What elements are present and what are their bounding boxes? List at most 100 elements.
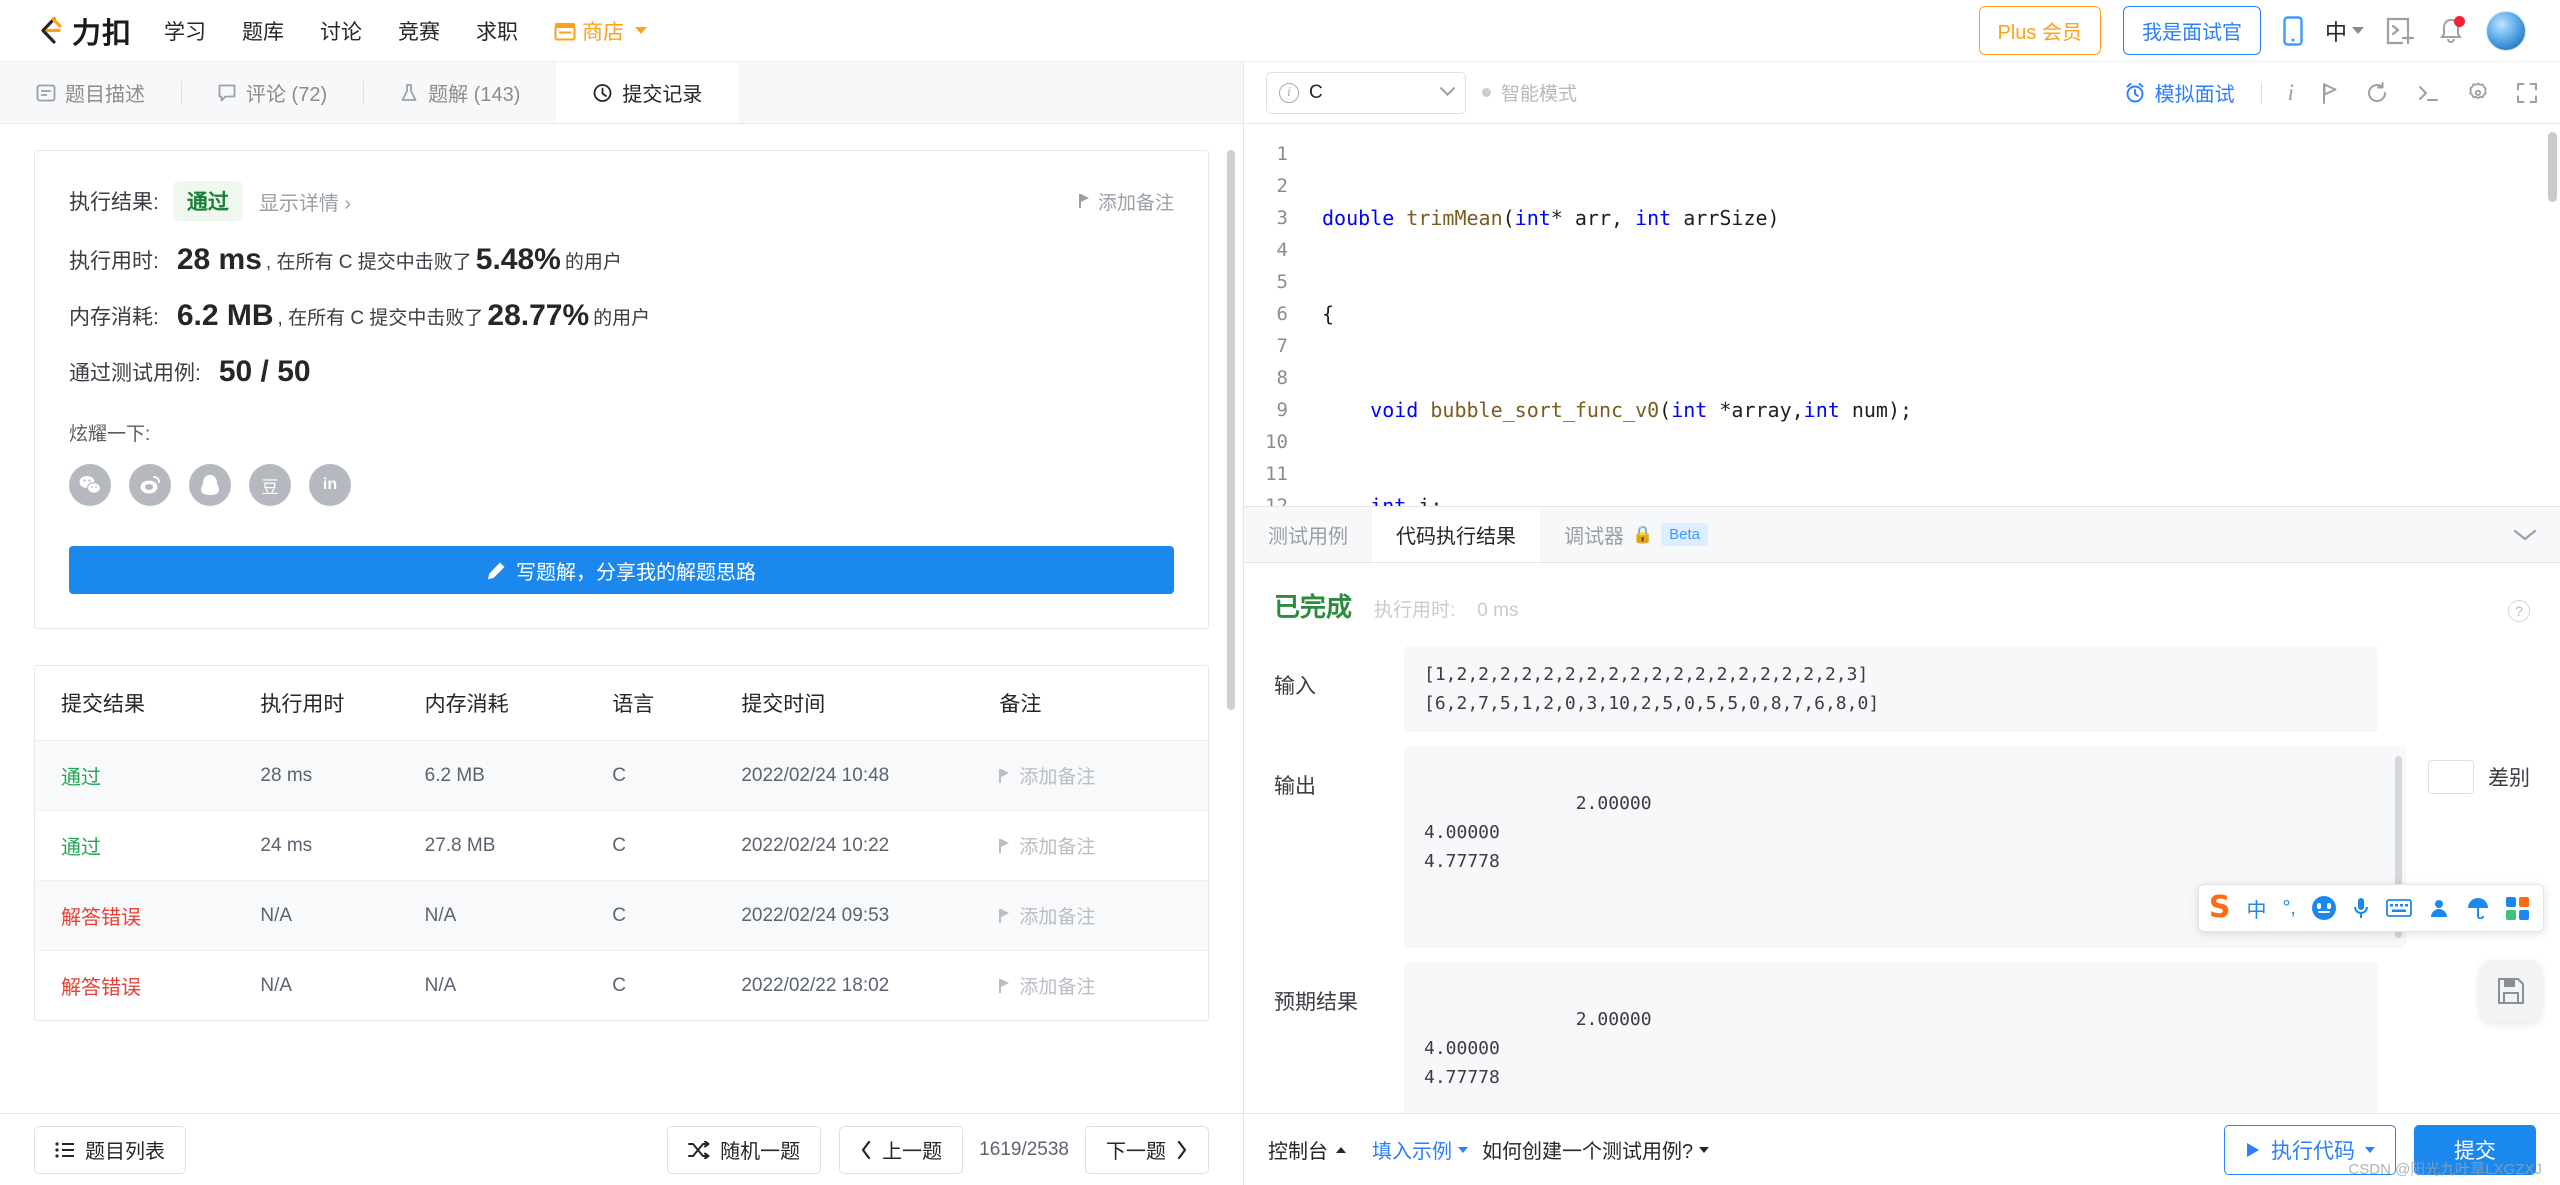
alarm-clock-icon [2126, 82, 2144, 102]
column-header-note: 备注 [973, 666, 1208, 741]
qq-icon[interactable] [189, 464, 231, 506]
smart-mode-toggle[interactable]: 智能模式 [1482, 79, 1577, 106]
console-toggle-button[interactable]: 控制台 [1268, 1135, 1346, 1164]
ime-language-toggle[interactable]: 中 [2246, 894, 2266, 923]
row-language: C [586, 740, 716, 811]
row-memory: 27.8 MB [398, 810, 587, 881]
problem-navigation: 上一题 1619/2538 下一题 [839, 1125, 1209, 1174]
how-to-create-testcase-link[interactable]: 如何创建一个测试用例? [1482, 1135, 1710, 1164]
linkedin-icon[interactable]: in [309, 464, 351, 506]
flag-icon[interactable] [2320, 82, 2340, 104]
line-number: 3 [1276, 207, 1288, 229]
latest-result-card: 执行结果: 通过 显示详情 › 添加备注 执行用时: 28 ms , 在所有 C… [34, 150, 1209, 629]
wechat-icon[interactable] [69, 464, 111, 506]
table-row[interactable]: 解答错误 N/A N/A C 2022/02/24 09:53 添加备注 [35, 880, 1208, 951]
code-line: double trimMean(int* arr, int arrSize) [1322, 206, 1780, 230]
chevron-down-icon [1699, 1146, 1710, 1153]
tab-debugger[interactable]: 调试器 🔒 Beta [1540, 507, 1732, 562]
add-note-button[interactable]: 添加备注 [1078, 188, 1174, 215]
runtime-mid-text: , 在所有 C 提交中击败了 [265, 251, 472, 273]
save-floating-button[interactable] [2480, 960, 2542, 1022]
row-add-note-button[interactable]: 添加备注 [999, 762, 1208, 789]
row-add-note-button[interactable]: 添加备注 [999, 902, 1208, 929]
mic-icon[interactable] [2352, 896, 2370, 920]
clock-icon [593, 83, 612, 102]
ime-punctuation-toggle[interactable]: °, [2282, 897, 2296, 920]
column-header-result: 提交结果 [35, 666, 235, 741]
nav-item-contest[interactable]: 竞赛 [398, 16, 440, 46]
interviewer-button[interactable]: 我是面试官 [2122, 6, 2261, 55]
flag-icon [999, 838, 1010, 853]
nav-item-discuss[interactable]: 讨论 [320, 16, 362, 46]
collapse-console-icon[interactable] [2512, 507, 2538, 562]
weibo-icon[interactable] [129, 464, 171, 506]
reset-icon[interactable] [2366, 81, 2390, 104]
tab-comments[interactable]: 评论 (72) [181, 62, 363, 123]
left-scrollbar[interactable] [1227, 150, 1235, 1110]
nav-item-jobs[interactable]: 求职 [476, 16, 518, 46]
table-row[interactable]: 解答错误 N/A N/A C 2022/02/22 18:02 添加备注 [35, 951, 1208, 1021]
diff-toggle[interactable] [2428, 760, 2474, 794]
tab-execution-result[interactable]: 代码执行结果 [1372, 507, 1540, 562]
problem-list-button[interactable]: 题目列表 [34, 1125, 186, 1174]
run-code-label: 执行代码 [2271, 1139, 2355, 1163]
left-scrollbar-thumb[interactable] [1227, 150, 1235, 710]
row-status[interactable]: 解答错误 [61, 977, 141, 999]
info-icon[interactable]: i [2288, 80, 2294, 106]
column-header-runtime: 执行用时 [234, 666, 399, 741]
row-status[interactable]: 通过 [61, 837, 101, 859]
expected-value[interactable]: 2.00000 4.00000 4.77778 [1404, 962, 2378, 1113]
tab-testcase[interactable]: 测试用例 [1244, 507, 1372, 562]
nav-item-study[interactable]: 学习 [164, 16, 206, 46]
plus-member-button[interactable]: Plus 会员 [1978, 6, 2101, 55]
tab-submissions[interactable]: 提交记录 [556, 62, 739, 123]
show-detail-link[interactable]: 显示详情 › [259, 187, 351, 216]
main-split-view: 题目描述 评论 (72) 题解 (143) 提交记录 执行结果: 通过 显示详情… [0, 62, 2560, 1113]
row-status[interactable]: 解答错误 [61, 907, 141, 929]
douban-icon[interactable]: 豆 [249, 464, 291, 506]
keyboard-icon[interactable] [2386, 899, 2412, 917]
fullscreen-icon[interactable] [2516, 82, 2538, 104]
row-add-note-button[interactable]: 添加备注 [999, 832, 1208, 859]
language-switcher[interactable]: 中 [2325, 15, 2364, 47]
code-content[interactable]: double trimMean(int* arr, int arrSize) {… [1300, 124, 2560, 506]
next-problem-button[interactable]: 下一题 [1085, 1125, 1209, 1174]
apps-icon[interactable] [2506, 896, 2529, 920]
tab-description[interactable]: 题目描述 [0, 62, 181, 123]
terminal-icon[interactable] [2416, 82, 2440, 104]
emoji-icon[interactable] [2312, 896, 2336, 920]
leetcode-logo-icon [34, 14, 68, 48]
table-row[interactable]: 通过 28 ms 6.2 MB C 2022/02/24 10:48 添加备注 [35, 740, 1208, 811]
code-vertical-scrollbar[interactable] [2548, 132, 2557, 202]
line-number: 12 [1265, 495, 1288, 506]
random-problem-button[interactable]: 随机一题 [667, 1125, 822, 1174]
table-row[interactable]: 通过 24 ms 27.8 MB C 2022/02/24 10:22 添加备注 [35, 810, 1208, 881]
mock-interview-button[interactable]: 模拟面试 [2124, 78, 2235, 107]
row-add-note-button[interactable]: 添加备注 [999, 972, 1208, 999]
avatar[interactable] [2486, 10, 2526, 51]
help-icon[interactable]: ? [2508, 600, 2530, 622]
language-select[interactable]: i C [1266, 71, 1466, 114]
code-editor[interactable]: 1 2 3 4 5 6 7 8 9 10 11 12 double trimMe… [1244, 124, 2560, 506]
mobile-icon[interactable] [2283, 15, 2303, 46]
row-memory: N/A [398, 880, 587, 951]
column-header-time: 提交时间 [715, 666, 974, 741]
tab-solutions[interactable]: 题解 (143) [363, 62, 556, 123]
write-solution-button[interactable]: 写题解，分享我的解题思路 [69, 546, 1174, 594]
fill-example-button[interactable]: 填入示例 [1372, 1135, 1468, 1164]
prev-problem-button[interactable]: 上一题 [839, 1125, 964, 1174]
nav-item-store[interactable]: 商店 [554, 16, 648, 46]
settings-icon[interactable] [2466, 81, 2490, 105]
prev-problem-label: 上一题 [882, 1141, 943, 1163]
toolbar-divider [2260, 81, 2262, 104]
nav-item-problems[interactable]: 题库 [242, 16, 284, 46]
row-status[interactable]: 通过 [61, 767, 101, 789]
user-icon[interactable] [2428, 897, 2450, 919]
notifications-bell-icon[interactable] [2438, 15, 2465, 45]
brand-logo[interactable]: 力扣 [34, 10, 132, 52]
runtime-row: 执行用时: 28 ms , 在所有 C 提交中击败了 5.48% 的用户 [69, 243, 1174, 277]
input-value[interactable]: [1,2,2,2,2,2,2,2,2,2,2,2,2,2,2,2,2,2,2,3… [1404, 646, 2378, 732]
umbrella-icon[interactable] [2466, 897, 2490, 919]
terminal-plus-icon[interactable] [2386, 17, 2416, 45]
beta-badge: Beta [1661, 523, 1709, 546]
